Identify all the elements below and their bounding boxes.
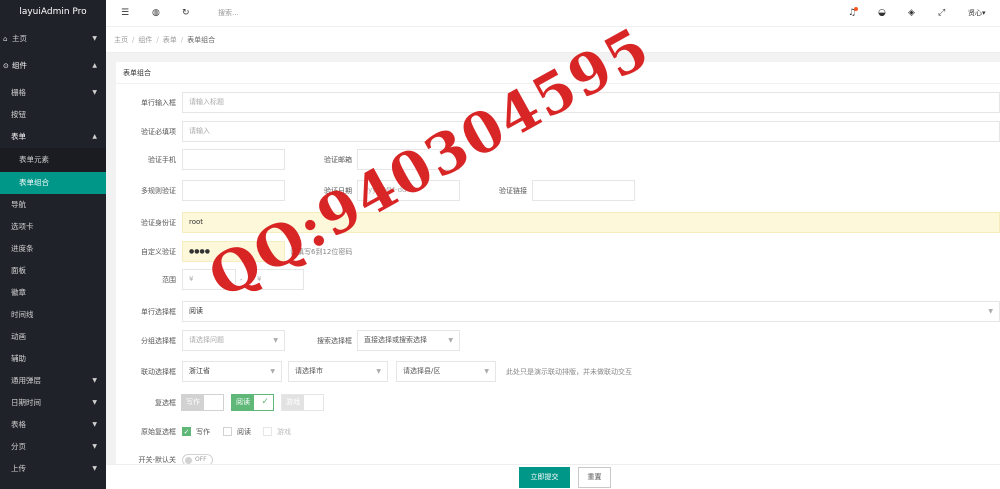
sidebar-item-home[interactable]: ⌂ 主页 ▼ xyxy=(0,28,106,50)
single-select[interactable]: 阅读 ▼ xyxy=(182,301,1000,322)
breadcrumb-home[interactable]: 主页 xyxy=(114,36,128,44)
chevron-down-icon: ▼ xyxy=(92,421,97,428)
range-label: 范围 xyxy=(162,276,176,284)
sidebar-item-progress[interactable]: 进度条 xyxy=(0,238,106,260)
check-icon: ✓ xyxy=(261,397,269,407)
sidebar-item-paging[interactable]: 分页 ▼ xyxy=(0,436,106,458)
home-icon: ⌂ xyxy=(3,35,8,43)
sidebar-item-tabs[interactable]: 选项卡 xyxy=(0,216,106,238)
reset-button[interactable]: 重置 xyxy=(578,467,611,488)
single-select-label: 单行选择框 xyxy=(141,308,176,316)
chevron-down-icon: ▼ xyxy=(92,35,97,42)
city-select[interactable]: 请选择市 ▼ xyxy=(288,361,388,382)
chevron-down-icon: ▼ xyxy=(92,89,97,96)
sidebar: layuiAdmin Pro ⌂ 主页 ▼ ⊙ 组件 ▲ 栅格 ▼ 按钮 表单 ▲ 表单元素… xyxy=(0,0,106,489)
chevron-down-icon: ▼ xyxy=(92,443,97,450)
breadcrumb-separator: / xyxy=(132,36,135,44)
checkbox-gaming[interactable]: 游戏 xyxy=(281,394,324,411)
sidebar-item-table[interactable]: 表格 ▼ xyxy=(0,414,106,436)
sidebar-item-button[interactable]: 按钮 xyxy=(0,104,106,126)
sidebar-item-form-elements[interactable]: 表单元素 xyxy=(0,148,106,172)
sidebar-item-datetime[interactable]: 日期时间 ▼ xyxy=(0,392,106,414)
chevron-down-icon: ▼ xyxy=(270,368,275,375)
email-label: 验证邮箱 xyxy=(324,156,352,164)
url-field[interactable] xyxy=(532,180,635,201)
search-select[interactable]: 直接选择或搜索选择 ▼ xyxy=(357,330,460,351)
check-icon: ✓ xyxy=(183,428,190,436)
chevron-down-icon: ▼ xyxy=(92,377,97,384)
group-select[interactable]: 请选择问题 ▼ xyxy=(182,330,285,351)
chevron-down-icon: ▾ xyxy=(982,9,986,17)
sidebar-item-form[interactable]: 表单 ▲ xyxy=(0,126,106,148)
sidebar-item-anim[interactable]: 动画 xyxy=(0,326,106,348)
sidebar-item-upload[interactable]: 上传 ▼ xyxy=(0,458,106,480)
group-select-label: 分组选择框 xyxy=(141,337,176,345)
breadcrumb: 主页 / 组件 / 表单 / 表单组合 xyxy=(106,27,1000,53)
checkbox-writing[interactable]: 写作 xyxy=(181,394,224,411)
raw-checkbox-writing[interactable]: ✓ xyxy=(182,427,191,436)
search-input[interactable]: 搜索... xyxy=(218,8,239,18)
url-label: 验证链接 xyxy=(499,187,527,195)
sidebar-item-timeline[interactable]: 时间线 xyxy=(0,304,106,326)
sidebar-item-nav[interactable]: 导航 xyxy=(0,194,106,216)
sidebar-item-form-combo[interactable]: 表单组合 xyxy=(0,172,106,194)
raw-checkbox-reading[interactable] xyxy=(223,427,232,436)
sidebar-item-panel[interactable]: 面板 xyxy=(0,260,106,282)
raw-checkbox-label: 原始复选框 xyxy=(141,428,176,436)
raw-checkbox-writing-label: 写作 xyxy=(196,428,210,436)
sidebar-item-components[interactable]: ⊙ 组件 ▲ xyxy=(0,53,106,79)
multi-rule-field[interactable] xyxy=(182,180,285,201)
checkbox-reading[interactable]: 阅读 ✓ xyxy=(231,394,274,411)
refresh-icon[interactable]: ↻ xyxy=(182,8,190,18)
chevron-up-icon: ▲ xyxy=(92,62,97,69)
breadcrumb-components[interactable]: 组件 xyxy=(138,36,152,44)
id-card-label: 验证身份证 xyxy=(141,219,176,227)
components-icon: ⊙ xyxy=(3,62,9,70)
user-menu[interactable]: 贤心▾ xyxy=(968,8,986,18)
chevron-down-icon: ▼ xyxy=(448,337,453,344)
breadcrumb-separator: / xyxy=(180,36,184,44)
single-input-label: 单行输入框 xyxy=(141,99,176,107)
raw-checkbox-reading-label: 阅读 xyxy=(237,428,251,436)
chevron-down-icon: ▼ xyxy=(484,368,489,375)
sidebar-item-popup[interactable]: 通用弹层 ▼ xyxy=(0,370,106,392)
chevron-down-icon: ▼ xyxy=(92,399,97,406)
submit-button[interactable]: 立即提交 xyxy=(519,467,570,488)
app-logo: layuiAdmin Pro xyxy=(19,7,87,17)
switch-knob xyxy=(185,457,192,464)
breadcrumb-separator: / xyxy=(156,36,159,44)
raw-checkbox-gaming-label: 游戏 xyxy=(277,428,291,436)
breadcrumb-current: 表单组合 xyxy=(187,36,216,44)
phone-label: 验证手机 xyxy=(148,156,176,164)
county-select[interactable]: 请选择县/区 ▼ xyxy=(396,361,496,382)
checkbox-label: 复选框 xyxy=(155,399,176,407)
custom-label: 自定义验证 xyxy=(141,248,176,256)
globe-icon[interactable]: ◍ xyxy=(152,8,160,18)
province-select[interactable]: 浙江省 ▼ xyxy=(182,361,282,382)
chevron-down-icon: ▼ xyxy=(273,337,278,344)
raw-checkbox-gaming xyxy=(263,427,272,436)
chevron-up-icon: ▲ xyxy=(92,133,97,140)
notification-dot xyxy=(854,7,858,11)
sidebar-item-badge[interactable]: 徽章 xyxy=(0,282,106,304)
multi-rule-label: 多规则验证 xyxy=(141,187,176,195)
top-header: ☰ ◍ ↻ 搜索... ♫ ◒ ◈ ⤢ 贤心▾ xyxy=(106,0,1000,27)
phone-field[interactable] xyxy=(182,149,285,170)
menu-fold-icon[interactable]: ☰ xyxy=(121,8,129,18)
chevron-down-icon: ▼ xyxy=(988,308,993,315)
breadcrumb-form[interactable]: 表单 xyxy=(163,36,177,44)
search-select-label: 搜索选择框 xyxy=(317,337,352,345)
sidebar-item-aux[interactable]: 辅助 xyxy=(0,348,106,370)
required-label: 验证必填项 xyxy=(141,128,176,136)
linked-select-label: 联动选择框 xyxy=(141,368,176,376)
theme-icon[interactable]: ◒ xyxy=(878,8,886,18)
required-field[interactable]: 请输入 xyxy=(182,121,1000,142)
linked-select-hint: 此处只是演示联动排版，并未做联动交互 xyxy=(506,368,632,376)
fullscreen-icon[interactable]: ⤢ xyxy=(938,8,945,18)
tag-icon[interactable]: ◈ xyxy=(908,8,915,18)
sidebar-item-grid[interactable]: 栅格 ▼ xyxy=(0,82,106,104)
chevron-down-icon: ▼ xyxy=(376,368,381,375)
chevron-down-icon: ▼ xyxy=(92,465,97,472)
